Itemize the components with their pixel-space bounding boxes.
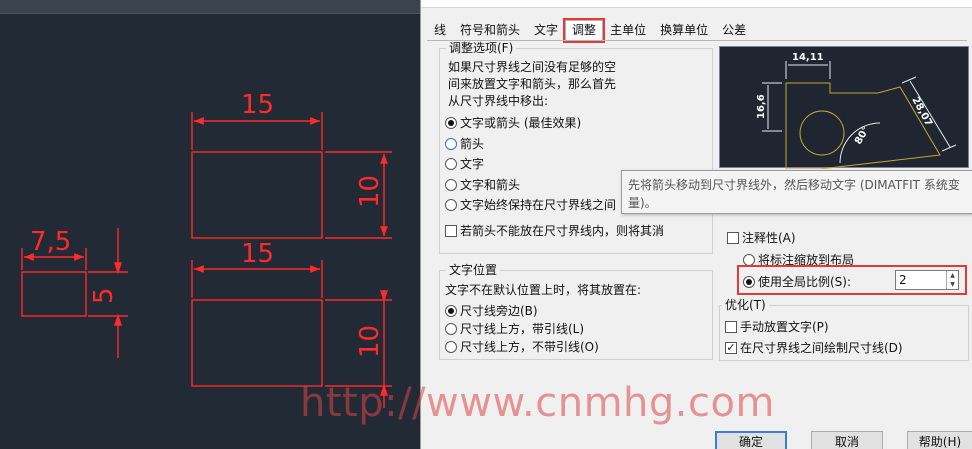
radio-label: 文字和箭头: [460, 178, 521, 192]
dim-small-height: 5: [89, 287, 119, 304]
radio-text-and-arrows[interactable]: 文字和箭头: [445, 176, 520, 193]
radio-dot: [445, 322, 457, 335]
global-scale-input[interactable]: 2 ▲ ▼: [895, 270, 959, 290]
radio-label: 尺寸线上方，不带引线(O): [460, 340, 599, 354]
bottom-rectangle: [191, 299, 323, 387]
checkbox-label: 在尺寸界线之间绘制尺寸线(D): [740, 341, 903, 355]
tab-text[interactable]: 文字: [527, 20, 565, 40]
checkbox-label: 注释性(A): [742, 231, 796, 245]
radio-label: 文字: [460, 157, 485, 171]
text-placement-description: 文字不在默认位置上时，将其放置在:: [445, 283, 642, 297]
global-scale-value: 2: [899, 273, 907, 287]
radio-label: 文字或箭头 (最佳效果): [460, 116, 582, 130]
checkbox-draw-dim-line[interactable]: ✓ 在尺寸界线之间绘制尺寸线(D): [725, 339, 903, 356]
radio-dot: [445, 198, 457, 211]
radio-text-or-arrows[interactable]: 文字或箭头 (最佳效果): [445, 114, 581, 131]
small-rectangle: [21, 271, 87, 317]
radio-label: 尺寸线旁边(B): [460, 304, 538, 318]
fine-tuning-title: 优化(T): [722, 298, 769, 312]
preview-drawing: 14,11 16,6 28,07 80°: [756, 52, 957, 170]
radio-arrows[interactable]: 箭头: [445, 135, 484, 152]
checkbox-box-checked: ✓: [725, 340, 737, 354]
radio-dot: [445, 157, 457, 170]
help-button[interactable]: 帮助(H): [907, 431, 972, 449]
tab-primary-units[interactable]: 主单位: [603, 20, 653, 40]
radio-dot-selected: [445, 304, 457, 317]
radio-dot: [445, 137, 457, 150]
preview-dim-left: 16,6: [756, 94, 767, 119]
fit-options-title: 调整选项(F): [446, 41, 517, 55]
preview-panel: 14,11 16,6 28,07 80°: [719, 46, 969, 170]
spinner-up-icon[interactable]: ▲: [947, 271, 958, 280]
tab-lines[interactable]: 线: [427, 20, 453, 40]
dialog-top-strip: [421, 0, 972, 8]
text-placement-title: 文字位置: [446, 263, 501, 277]
dim-top-width: 15: [241, 90, 274, 120]
dim-mid-width: 15: [241, 239, 274, 269]
checkbox-label: 若箭头不能放在尺寸界线内，则将其消: [460, 224, 665, 238]
radio-label: 文字始终保持在尺寸界线之间: [460, 198, 617, 212]
radio-dot: [743, 253, 755, 266]
tab-tolerances[interactable]: 公差: [715, 20, 753, 40]
radio-over-dim-line-with-leader[interactable]: 尺寸线上方，带引线(L): [445, 320, 584, 337]
cancel-button[interactable]: 取消: [811, 431, 883, 449]
dim-top-height: 10: [355, 175, 385, 208]
radio-beside-dim-line[interactable]: 尺寸线旁边(B): [445, 302, 538, 319]
radio-dot-selected: [445, 116, 457, 129]
dim-bottom-height: 10: [355, 325, 385, 358]
preview-dim-angle: 80°: [853, 125, 872, 147]
checkbox-annotative[interactable]: 注释性(A): [727, 229, 796, 246]
fit-description-line-1: 如果尺寸界线之间没有足够的空: [448, 60, 617, 74]
checkbox-manual-place-text[interactable]: 手动放置文字(P): [725, 318, 829, 335]
fit-description-line-3: 从尺寸界线中移出:: [448, 94, 549, 108]
preview-dim-top: 14,11: [792, 52, 824, 63]
checkbox-label: 手动放置文字(P): [740, 320, 829, 334]
radio-dot-selected: [743, 275, 755, 288]
checkbox-suppress-arrows[interactable]: 若箭头不能放在尺寸界线内，则将其消: [445, 222, 664, 239]
fit-description-line-2: 间来放置文字和箭头，那么首先: [448, 77, 617, 91]
ok-button[interactable]: 确定: [715, 431, 787, 449]
tab-symbols-arrows[interactable]: 符号和箭头: [453, 20, 527, 40]
preview-dim-right: 28,07: [909, 95, 934, 128]
spinner-down-icon[interactable]: ▼: [947, 280, 958, 289]
radio-label: 箭头: [460, 137, 485, 151]
checkbox-box: [725, 320, 737, 333]
watermark: http://www.cnmhg.com: [300, 380, 775, 426]
radio-always-keep-text-between[interactable]: 文字始终保持在尺寸界线之间: [445, 196, 616, 213]
tab-fit[interactable]: 调整: [563, 18, 606, 43]
radio-over-dim-line-no-leader[interactable]: 尺寸线上方，不带引线(O): [445, 338, 599, 355]
checkbox-box: [445, 224, 457, 237]
radio-text[interactable]: 文字: [445, 155, 484, 172]
radio-label: 使用全局比例(S):: [758, 275, 852, 289]
radio-use-global-scale[interactable]: 使用全局比例(S):: [743, 273, 851, 290]
dim-small-width: 7,5: [30, 227, 71, 257]
checkbox-box: [727, 231, 739, 244]
radio-label: 尺寸线上方，带引线(L): [460, 322, 585, 336]
spinner[interactable]: ▲ ▼: [946, 271, 958, 289]
tab-bar: 线 符号和箭头 文字 调整 主单位 换算单位 公差: [427, 18, 753, 43]
tooltip: 先将箭头移动到尺寸界线外，然后移动文字 (DIMATFIT 系统变量)。: [621, 170, 972, 214]
radio-dot: [445, 340, 457, 353]
tab-alternate-units[interactable]: 换算单位: [653, 20, 715, 40]
radio-dot: [445, 178, 457, 191]
top-rectangle: [191, 151, 323, 239]
